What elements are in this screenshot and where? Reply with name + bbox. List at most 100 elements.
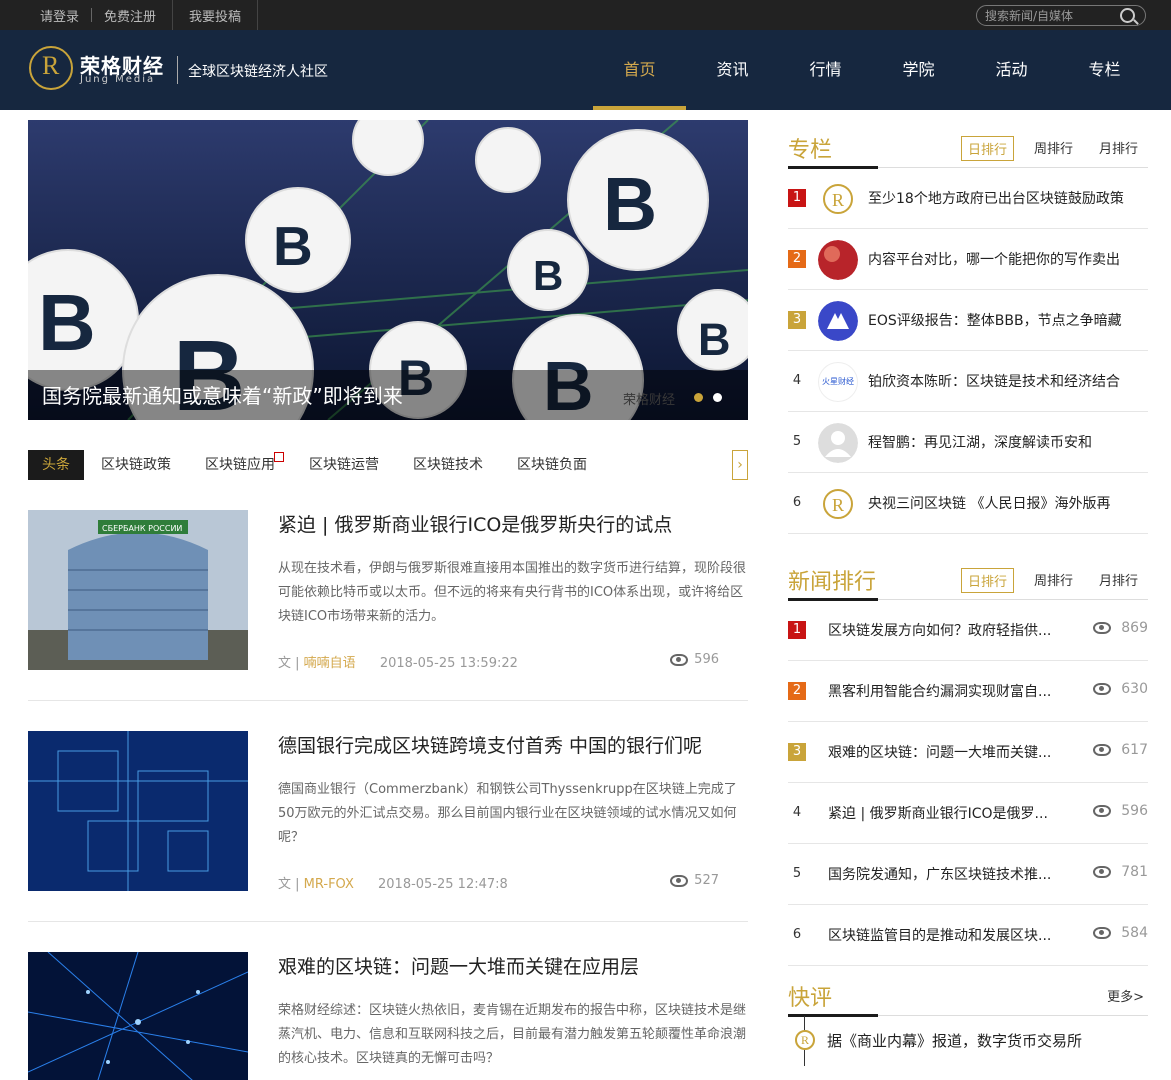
tab-application[interactable]: 区块链应用	[188, 450, 292, 480]
list-item[interactable]: 6 区块链监管目的是推动和发展区块... 584	[788, 905, 1148, 966]
avatar	[818, 301, 858, 341]
view-count: 630	[1093, 681, 1148, 697]
divider	[28, 700, 748, 701]
article-thumbnail[interactable]	[28, 952, 248, 1080]
search-input[interactable]	[985, 7, 1115, 24]
news-rank-header: 新闻排行 日排行 周排行 月排行	[788, 560, 1148, 601]
register-link[interactable]: 免费注册	[92, 6, 168, 25]
article-item[interactable]: СБЕРБАНК РОССИИ 紧迫 | 俄罗斯商业银行ICO是俄罗斯央行的试点…	[28, 510, 748, 690]
avatar-label: 火星财经	[822, 377, 854, 386]
hero-caption[interactable]: 国务院最新通知或意味着“新政”即将到来	[28, 370, 748, 420]
article-summary: 从现在技术看，伊朗与俄罗斯很难直接用本国推出的数字货币进行结算，现阶段很可能依赖…	[278, 561, 747, 624]
author-link[interactable]: 喃喃自语	[304, 656, 356, 671]
article-item[interactable]: 艰难的区块链：问题一大堆而关键在应用层 荣格财经综述：区块链火热依旧，麦肯锡在近…	[28, 952, 748, 1080]
eye-icon	[670, 653, 689, 666]
item-title[interactable]: 区块链监管目的是推动和发展区块...	[828, 925, 1068, 945]
item-title[interactable]: 区块链发展方向如何？政府轻指供...	[828, 620, 1068, 640]
view-count-value: 630	[1121, 681, 1148, 697]
rank-badge: 4	[792, 373, 802, 388]
tab-headline[interactable]: 头条	[28, 450, 84, 480]
list-item[interactable]: R 据《商业内幕》报道，数字货币交易所	[795, 1016, 1148, 1066]
divider	[257, 0, 259, 30]
item-title[interactable]: 据《商业内幕》报道，数字货币交易所	[827, 1030, 1082, 1051]
divider	[172, 0, 174, 30]
rank-badge: 2	[788, 250, 806, 268]
view-count-value: 584	[1121, 925, 1148, 941]
article-title[interactable]: 紧迫 | 俄罗斯商业银行ICO是俄罗斯央行的试点	[278, 510, 748, 537]
nav-news[interactable]: 资讯	[686, 30, 779, 110]
tab-daily[interactable]: 日排行	[960, 136, 1014, 161]
carousel-dot[interactable]	[713, 393, 722, 402]
item-title[interactable]: EOS评级报告：整体BBB，节点之争暗藏	[868, 310, 1146, 330]
tab-weekly[interactable]: 周排行	[1028, 136, 1079, 161]
list-item[interactable]: 4 紧迫 | 俄罗斯商业银行ICO是俄罗... 596	[788, 783, 1148, 844]
nav-market[interactable]: 行情	[779, 30, 872, 110]
view-count-value: 617	[1121, 742, 1148, 758]
chevron-right-icon[interactable]: ›	[732, 450, 748, 480]
item-title[interactable]: 铂欣资本陈昕：区块链是技术和经济结合	[868, 371, 1146, 391]
list-item[interactable]: 5 国务院发通知，广东区块链技术推... 781	[788, 844, 1148, 905]
tab-policy[interactable]: 区块链政策	[84, 450, 188, 480]
list-item[interactable]: 3 艰难的区块链：问题一大堆而关键... 617	[788, 722, 1148, 783]
carousel-dot[interactable]	[694, 393, 703, 402]
more-link[interactable]: 更多>	[1107, 986, 1144, 1005]
article-summary: 荣格财经综述：区块链火热依旧，麦肯锡在近期发布的报告中称，区块链技术是继蒸汽机、…	[278, 1003, 747, 1066]
avatar: R	[818, 179, 858, 219]
list-item[interactable]: 5 程智鹏：再见江湖，深度解读币安和	[788, 412, 1148, 473]
quick-review-panel: 快评 更多> R 据《商业内幕》报道，数字货币交易所	[788, 976, 1148, 1066]
submit-link[interactable]: 我要投稿	[177, 6, 253, 25]
tab-daily[interactable]: 日排行	[960, 568, 1014, 593]
rank-badge: 1	[788, 189, 806, 207]
logo-icon[interactable]	[29, 46, 73, 90]
eye-icon	[1093, 927, 1112, 939]
list-item[interactable]: 4 火星财经 铂欣资本陈昕：区块链是技术和经济结合	[788, 351, 1148, 412]
rank-tabs: 日排行 周排行 月排行	[960, 568, 1144, 593]
article-item[interactable]: 德国银行完成区块链跨境支付首秀 中国的银行们呢 德国商业银行（Commerzba…	[28, 731, 748, 911]
tab-operation[interactable]: 区块链运营	[292, 450, 396, 480]
tab-negative[interactable]: 区块链负面	[500, 450, 604, 480]
avatar	[818, 240, 858, 280]
news-rank-title: 新闻排行	[788, 570, 877, 595]
tab-weekly[interactable]: 周排行	[1028, 568, 1079, 593]
nav-academy[interactable]: 学院	[872, 30, 965, 110]
item-title[interactable]: 国务院发通知，广东区块链技术推...	[828, 864, 1068, 884]
list-item[interactable]: 2 黑客利用智能合约漏洞实现财富自... 630	[788, 661, 1148, 722]
hero-carousel[interactable]: BB BB BB BB 荣格财经 国务院最新通知或意味着“新政”即将到来	[28, 120, 748, 420]
article-title[interactable]: 艰难的区块链：问题一大堆而关键在应用层	[278, 952, 748, 979]
rank-badge: 4	[792, 805, 802, 820]
svg-text:R: R	[832, 495, 844, 515]
column-panel: 专栏 日排行 周排行 月排行 1 R 至少18个地方政府已出台区块链鼓励政策 2…	[788, 128, 1148, 534]
article-title[interactable]: 德国银行完成区块链跨境支付首秀 中国的银行们呢	[278, 731, 748, 758]
tab-technology[interactable]: 区块链技术	[396, 450, 500, 480]
view-count: 869	[1093, 620, 1148, 636]
news-rank-panel: 新闻排行 日排行 周排行 月排行 1 区块链发展方向如何？政府轻指供... 86…	[788, 560, 1148, 966]
list-item[interactable]: 3 EOS评级报告：整体BBB，节点之争暗藏	[788, 290, 1148, 351]
view-count-value: 596	[1121, 803, 1148, 819]
article-thumbnail[interactable]	[28, 731, 248, 891]
item-title[interactable]: 艰难的区块链：问题一大堆而关键...	[828, 742, 1068, 762]
tab-monthly[interactable]: 月排行	[1093, 136, 1144, 161]
item-title[interactable]: 黑客利用智能合约漏洞实现财富自...	[828, 681, 1068, 701]
author-link[interactable]: MR-FOX	[304, 877, 354, 892]
rank-tabs: 日排行 周排行 月排行	[960, 136, 1144, 161]
item-title[interactable]: 紧迫 | 俄罗斯商业银行ICO是俄罗...	[828, 803, 1068, 823]
list-item[interactable]: 6 R 央视三问区块链 《人民日报》海外版再	[788, 473, 1148, 534]
nav-column[interactable]: 专栏	[1058, 30, 1151, 110]
search-icon[interactable]	[1120, 8, 1135, 23]
article-thumbnail[interactable]: СБЕРБАНК РОССИИ	[28, 510, 248, 670]
item-title[interactable]: 至少18个地方政府已出台区块链鼓励政策	[868, 188, 1146, 208]
nav-home[interactable]: 首页	[593, 30, 686, 110]
nav-events[interactable]: 活动	[965, 30, 1058, 110]
rank-badge: 3	[788, 311, 806, 329]
list-item[interactable]: 1 区块链发展方向如何？政府轻指供... 869	[788, 600, 1148, 661]
view-count-value: 596	[694, 652, 719, 667]
author-prefix: 文 |	[278, 877, 300, 892]
item-title[interactable]: 程智鹏：再见江湖，深度解读币安和	[868, 432, 1146, 452]
tab-monthly[interactable]: 月排行	[1093, 568, 1144, 593]
view-count-value: 527	[694, 873, 719, 888]
item-title[interactable]: 央视三问区块链 《人民日报》海外版再	[868, 493, 1146, 513]
login-link[interactable]: 请登录	[28, 6, 91, 25]
list-item[interactable]: 1 R 至少18个地方政府已出台区块链鼓励政策	[788, 168, 1148, 229]
list-item[interactable]: 2 内容平台对比，哪一个能把你的写作卖出	[788, 229, 1148, 290]
item-title[interactable]: 内容平台对比，哪一个能把你的写作卖出	[868, 249, 1146, 269]
